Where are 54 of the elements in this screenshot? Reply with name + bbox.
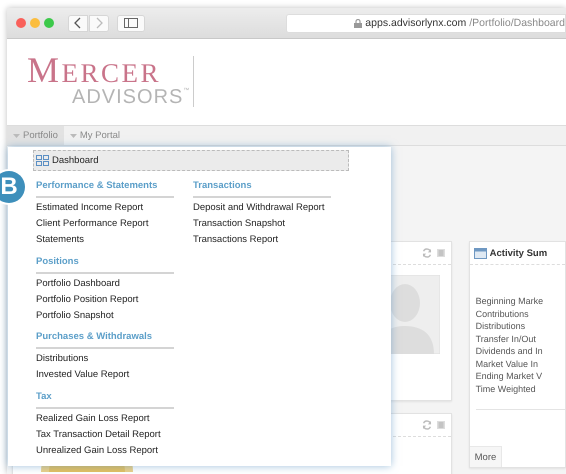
minimize-button[interactable] <box>30 18 40 28</box>
menu-item[interactable]: Invested Value Report <box>36 367 193 384</box>
summary-row-label: Distributions <box>476 320 526 332</box>
section-heading: Purchases & Withdrawals <box>36 330 154 344</box>
lock-icon <box>354 18 362 28</box>
menu-item[interactable]: Realized Gain Loss Report <box>36 410 193 427</box>
close-button[interactable] <box>16 18 26 28</box>
menu-item[interactable]: Portfolio Position Report <box>36 292 193 308</box>
zoom-button[interactable] <box>44 18 54 28</box>
logo-subtitle: ADVISORS <box>72 87 184 107</box>
section-heading: Transactions <box>193 179 253 193</box>
callout-badge: B <box>0 171 25 203</box>
summary-row-label: Time Weighted <box>476 382 537 395</box>
url-path: /Portfolio/Dashboard <box>469 17 565 29</box>
widget-title: Activity Sum <box>490 248 548 258</box>
menu-item[interactable]: Transaction Snapshot <box>193 216 350 232</box>
summary-row-label: Beginning Marke <box>476 295 544 308</box>
forward-icon <box>95 17 103 29</box>
url-host: apps.advisorlynx.com <box>365 17 466 29</box>
caret-icon <box>70 134 77 138</box>
menu-item[interactable]: Client Performance Report <box>36 216 193 232</box>
menu-item[interactable]: Distributions <box>36 351 193 368</box>
logo-name: MERCER <box>27 56 162 87</box>
trademark: ™ <box>183 87 190 96</box>
sidebar-button[interactable] <box>117 14 145 32</box>
address-bar[interactable]: apps.advisorlynx.com /Portfolio/Dashboard <box>286 14 566 32</box>
menu-item[interactable]: Transactions Report <box>193 232 350 249</box>
dashboard-menu-item[interactable]: Dashboard <box>33 150 349 171</box>
summary-row-label: Ending Market V <box>476 370 544 382</box>
menu-item[interactable]: Portfolio Dashboard <box>36 276 193 292</box>
back-button[interactable] <box>68 14 88 32</box>
menu-item[interactable]: Estimated Income Report <box>36 200 193 216</box>
refresh-icon[interactable] <box>422 420 432 430</box>
caret-icon <box>13 134 20 138</box>
menu-item[interactable]: Deposit and Withdrawal Report <box>193 200 350 216</box>
summary-row-label: Transfer In/Out <box>476 332 537 345</box>
menu-icon[interactable] <box>436 421 445 429</box>
back-icon <box>74 17 82 29</box>
summary-row-label: Market Value In <box>476 358 540 370</box>
summary-row-label: Dividends and In <box>476 345 544 358</box>
menu-item[interactable]: Tax Transaction Detail Report <box>36 426 193 444</box>
section-heading: Tax <box>36 390 53 404</box>
menu-icon[interactable] <box>436 249 445 257</box>
summary-row-label: Contributions <box>476 308 530 320</box>
refresh-icon[interactable] <box>422 248 432 258</box>
section-heading: Positions <box>36 254 80 269</box>
section-heading: Performance & Statements <box>36 179 158 193</box>
more-button[interactable]: More <box>470 446 502 467</box>
menu-item[interactable]: Statements <box>36 232 193 249</box>
menu-item[interactable]: Unrealized Gain Loss Report <box>36 443 193 460</box>
grid-icon <box>36 155 49 166</box>
menu-item[interactable]: Portfolio Snapshot <box>36 308 193 324</box>
window-icon <box>474 248 487 258</box>
sidebar-icon <box>124 18 138 28</box>
